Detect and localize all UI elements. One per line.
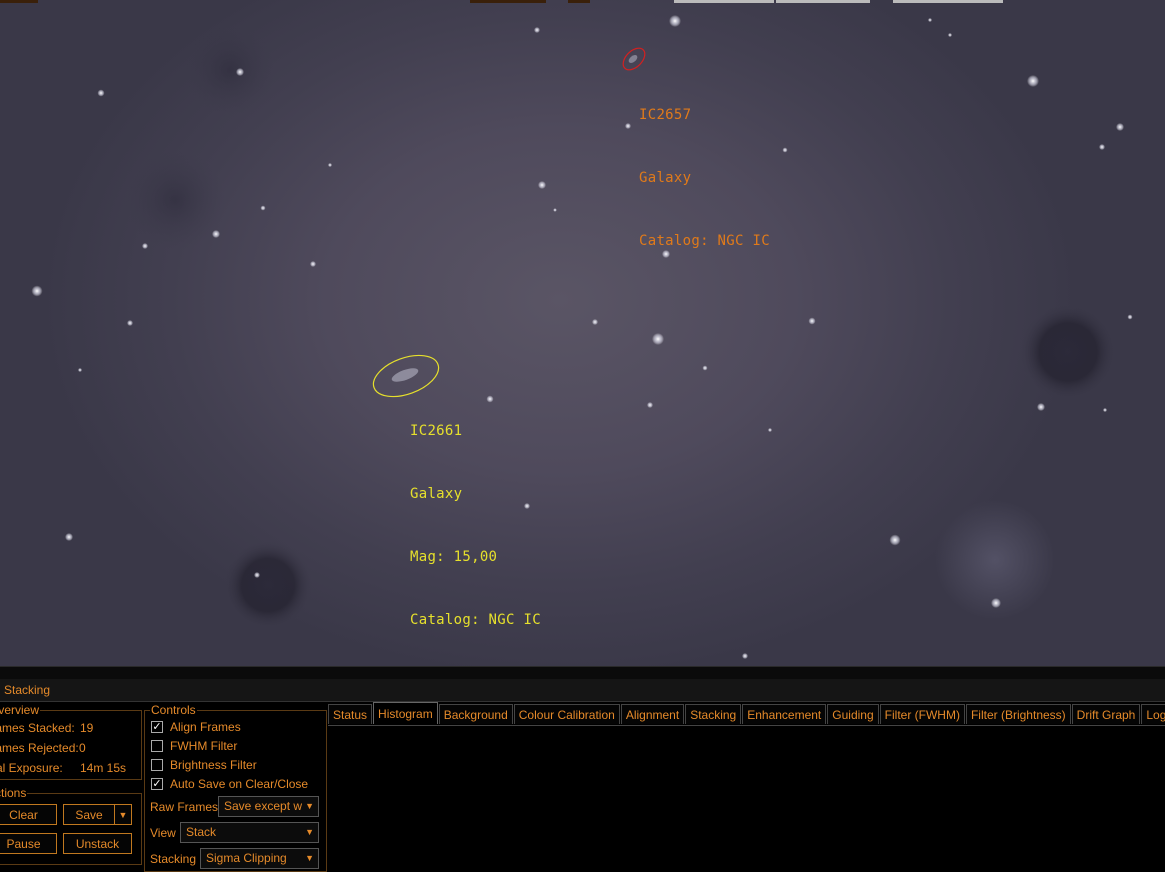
tab-enhancement[interactable]: Enhancement [742, 704, 827, 724]
object-catalog: Catalog: NGC IC [410, 612, 541, 628]
chevron-down-icon: ▼ [305, 853, 314, 863]
tab-filter-fwhm[interactable]: Filter (FWHM) [879, 704, 965, 724]
stacking-value: Sigma Clipping [206, 851, 287, 865]
align-frames-label: Align Frames [170, 720, 241, 734]
panel-splitter[interactable] [0, 666, 1165, 679]
ic2661-label: IC2661 Galaxy Mag: 15,00 Catalog: NGC IC [410, 379, 541, 666]
tab-colour-calibration[interactable]: Colour Calibration [513, 704, 620, 724]
chevron-down-icon: ▼ [305, 801, 314, 811]
toolbar-remnant [893, 0, 1003, 3]
align-frames-checkbox[interactable]: ✓ [151, 721, 163, 733]
object-type: Galaxy [410, 486, 463, 502]
frames-rejected-value: 0 [79, 741, 86, 755]
fwhm-filter-checkbox[interactable] [151, 740, 163, 752]
dust-ring [185, 25, 275, 115]
galaxy-ic2657 [628, 55, 638, 63]
dust-ring [224, 541, 312, 629]
tab-histogram[interactable]: Histogram [373, 702, 438, 724]
object-type: Galaxy [639, 170, 692, 186]
toolbar-remnant [674, 0, 774, 3]
tab-log[interactable]: Log [1141, 704, 1165, 724]
ic2657-label: IC2657 Galaxy Catalog: NGC IC [639, 63, 770, 294]
raw-frames-value: Save except w [224, 799, 303, 813]
view-label: View [150, 826, 176, 840]
auto-save-label: Auto Save on Clear/Close [170, 777, 309, 791]
tab-drift-graph[interactable]: Drift Graph [1071, 704, 1141, 724]
total-exposure-value: 14m 15s [80, 761, 127, 775]
clear-button[interactable]: Clear [0, 804, 57, 825]
star-field [31, 15, 1133, 659]
stacked-image-view[interactable]: IC2657 Galaxy Catalog: NGC IC IC2661 Gal… [0, 0, 1165, 666]
chevron-down-icon: ▼ [118, 809, 128, 820]
brightness-filter-label: Brightness Filter [170, 758, 257, 772]
stacking-label: Stacking [150, 852, 197, 866]
checkmark-icon: ✓ [152, 778, 162, 790]
brightness-filter-checkbox[interactable] [151, 759, 163, 771]
chevron-down-icon: ▼ [305, 827, 314, 837]
save-options-button[interactable]: ▼ [114, 804, 132, 825]
fwhm-filter-label: FWHM Filter [170, 739, 238, 753]
total-exposure-label: Total Exposure: [0, 761, 63, 775]
object-name: IC2657 [639, 107, 692, 123]
tab-stacking[interactable]: Stacking [685, 704, 742, 724]
histogram-tab-content [328, 725, 1165, 867]
actions-label: Actions [0, 786, 28, 800]
auto-save-checkbox[interactable]: ✓ [151, 778, 163, 790]
tab-guiding[interactable]: Guiding [827, 704, 879, 724]
checkmark-icon: ✓ [152, 721, 162, 733]
save-button[interactable]: Save [63, 804, 115, 825]
toolbar-remnant [470, 0, 546, 3]
frames-rejected-label: Frames Rejected: [0, 741, 79, 755]
dust-ring [1020, 304, 1116, 400]
object-magnitude: Mag: 15,00 [410, 549, 498, 565]
overview-label: Overview [0, 703, 41, 717]
toolbar-remnant [568, 0, 590, 3]
tab-background[interactable]: Background [438, 704, 513, 724]
unstack-button[interactable]: Unstack [63, 833, 132, 854]
raw-frames-label: Raw Frames [150, 800, 219, 814]
object-name: IC2661 [410, 423, 463, 439]
tab-alignment[interactable]: Alignment [620, 704, 685, 724]
tab-filter-brightness[interactable]: Filter (Brightness) [965, 704, 1071, 724]
panel-title-bar [0, 679, 1165, 702]
toolbar-remnant [0, 0, 38, 3]
dust-ring [125, 150, 225, 250]
toolbar-remnant [776, 0, 870, 3]
raw-frames-select[interactable]: Save except w ▼ [218, 796, 319, 817]
object-catalog: Catalog: NGC IC [639, 233, 770, 249]
view-select[interactable]: Stack ▼ [180, 822, 319, 843]
tab-status[interactable]: Status [328, 704, 373, 724]
pause-button[interactable]: Pause [0, 833, 57, 854]
view-value: Stack [186, 825, 217, 839]
controls-label: Controls [150, 703, 197, 717]
frames-stacked-label: Frames Stacked: [0, 721, 75, 735]
panel-tabs: Status Histogram Background Colour Calib… [328, 702, 1165, 726]
frames-stacked-value: 19 [80, 721, 94, 735]
panel-title: Stacking [4, 683, 51, 697]
